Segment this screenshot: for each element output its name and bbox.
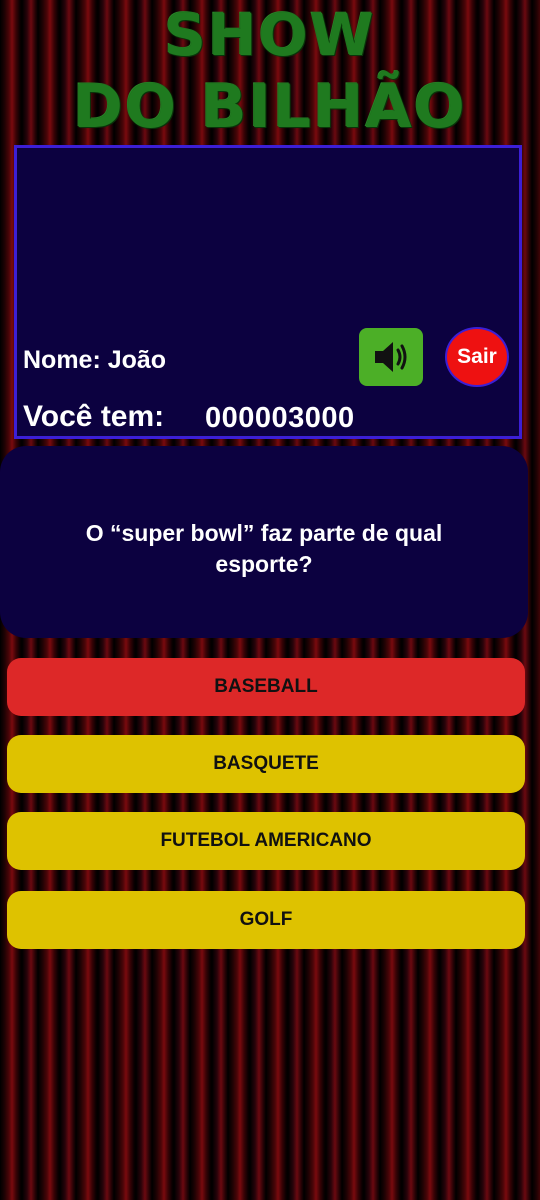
exit-button[interactable]: Sair [445, 327, 509, 387]
question-text: O “super bowl” faz parte de qual esporte… [85, 520, 443, 577]
app-title-line1: SHOW [164, 1, 376, 69]
answer-option-4[interactable]: GOLF [7, 891, 525, 949]
question-panel: O “super bowl” faz parte de qual esporte… [0, 446, 528, 638]
answer-option-1[interactable]: BASEBALL [7, 658, 525, 716]
player-info-panel: Nome: João Você tem: 000003000 Sair [14, 320, 522, 439]
money-label: Você tem: [23, 400, 165, 433]
player-name: Nome: João [23, 346, 167, 374]
answer-option-2[interactable]: BASQUETE [7, 735, 525, 793]
video-panel [14, 145, 522, 323]
answer-option-3[interactable]: FUTEBOL AMERICANO [7, 812, 525, 870]
speaker-icon [375, 342, 407, 372]
money-value: 000003000 [205, 402, 355, 434]
sound-toggle-button[interactable] [359, 328, 423, 386]
app-title-line2: DO BILHÃO [73, 72, 467, 142]
